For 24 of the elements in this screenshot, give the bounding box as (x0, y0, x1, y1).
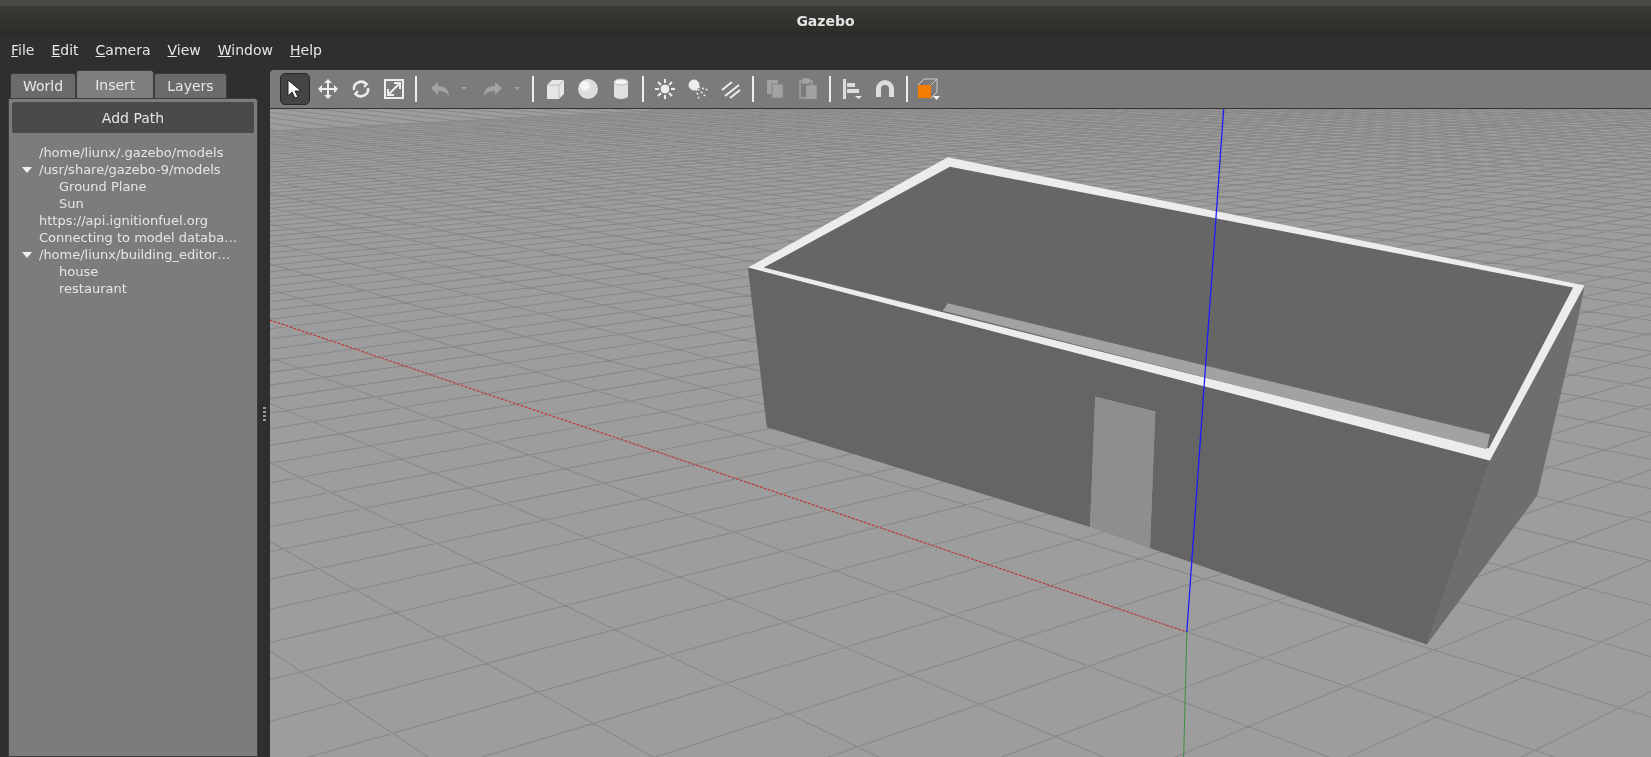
menu-item[interactable]: File (11, 41, 35, 58)
add-path-button[interactable]: Add Path (12, 102, 254, 133)
menu-item[interactable]: View (167, 41, 201, 58)
splitter-handle-icon[interactable] (262, 406, 266, 421)
tree-item[interactable]: https://api.ignitionfuel.org (39, 213, 209, 228)
panel-tab[interactable]: World (10, 73, 77, 98)
menu-item[interactable]: Edit (51, 41, 79, 58)
arrow-pointer-icon[interactable] (280, 73, 310, 105)
tree-item[interactable]: /usr/share/gazebo-9/models (39, 162, 221, 177)
tree-item[interactable]: house (59, 264, 99, 279)
menu-item[interactable]: Camera (95, 41, 151, 58)
expand-arrow-icon[interactable] (22, 249, 32, 260)
tree-item[interactable]: restaurant (59, 281, 127, 296)
tree-item[interactable]: Ground Plane (59, 179, 147, 194)
panel-tab[interactable]: Insert (76, 70, 155, 98)
window-title: Gazebo (796, 13, 855, 29)
tree-item[interactable]: Sun (59, 196, 84, 211)
tree-item[interactable]: Connecting to model databa… (39, 230, 238, 245)
menu-item[interactable]: Help (290, 41, 322, 58)
panel-tab[interactable]: Layers (154, 73, 227, 98)
tree-item[interactable]: /home/liunx/building_editor… (39, 247, 231, 262)
tree-item[interactable]: /home/liunx/.gazebo/models (39, 145, 224, 160)
menu-item[interactable]: Window (217, 41, 273, 58)
expand-arrow-icon[interactable] (22, 164, 32, 175)
